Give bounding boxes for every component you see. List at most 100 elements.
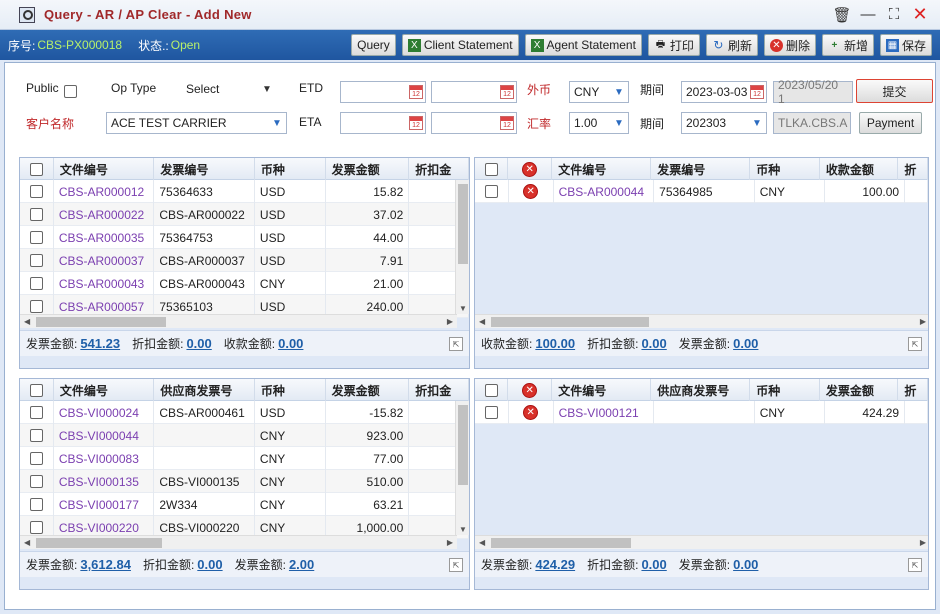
- public-checkbox[interactable]: [64, 85, 77, 98]
- optype-select[interactable]: Select ▼: [181, 78, 277, 100]
- table-row[interactable]: ✕ CBS-AR000044 75364985 CNY 100.00: [475, 180, 928, 203]
- total-value[interactable]: 0.00: [733, 336, 758, 351]
- total-value[interactable]: 2.00: [289, 557, 314, 572]
- expand-icon[interactable]: ⇱: [908, 558, 922, 572]
- row-checkbox[interactable]: [29, 498, 43, 511]
- col-receipt-amount[interactable]: 收款金额: [820, 158, 899, 180]
- total-value[interactable]: 0.00: [641, 336, 666, 351]
- cell-doc-no[interactable]: CBS-VI000177: [54, 493, 155, 516]
- select-all-checkbox[interactable]: [29, 162, 43, 176]
- total-value[interactable]: 3,612.84: [80, 557, 131, 572]
- col-discount[interactable]: 折: [898, 158, 928, 180]
- cell-doc-no[interactable]: CBS-AR000035: [54, 226, 155, 249]
- row-checkbox[interactable]: [29, 231, 43, 244]
- table-row[interactable]: CBS-VI000135 CBS-VI000135 CNY 510.00: [20, 470, 469, 493]
- table-row[interactable]: CBS-AR000037 CBS-AR000037 USD 7.91: [20, 249, 469, 272]
- col-invoice-amount[interactable]: 发票金额: [326, 379, 410, 401]
- table-row[interactable]: CBS-VI000024 CBS-AR000461 USD -15.82: [20, 401, 469, 424]
- expand-icon[interactable]: ⇱: [908, 337, 922, 351]
- row-checkbox[interactable]: [29, 300, 43, 313]
- scroll-right-icon[interactable]: ▶: [447, 317, 453, 326]
- row-checkbox[interactable]: [29, 429, 43, 442]
- cell-doc-no[interactable]: CBS-VI000121: [554, 401, 655, 424]
- row-checkbox[interactable]: [29, 406, 43, 419]
- cell-doc-no[interactable]: CBS-VI000024: [54, 401, 155, 424]
- trash-icon[interactable]: 🗑: [832, 7, 851, 24]
- remove-row-icon[interactable]: ✕: [523, 184, 539, 199]
- col-currency[interactable]: 币种: [750, 158, 820, 180]
- col-discount[interactable]: 折扣金: [409, 158, 469, 180]
- customer-select[interactable]: ACE TEST CARRIER ▼: [106, 112, 287, 134]
- row-checkbox[interactable]: [484, 406, 498, 419]
- cell-doc-no[interactable]: CBS-AR000043: [54, 272, 155, 295]
- remove-row-icon[interactable]: ✕: [523, 405, 539, 420]
- table-row[interactable]: ✕ CBS-VI000121 CNY 424.29: [475, 401, 928, 424]
- select-all-checkbox-cell[interactable]: [475, 158, 509, 180]
- select-all-checkbox[interactable]: [484, 162, 498, 176]
- remove-icon[interactable]: ✕: [522, 382, 538, 398]
- minimize-button[interactable]: —: [860, 6, 876, 23]
- close-button[interactable]: ✕: [912, 4, 928, 24]
- select-all-checkbox-cell[interactable]: [20, 158, 54, 180]
- cell-doc-no[interactable]: CBS-VI000135: [54, 470, 155, 493]
- rate-select[interactable]: 1.00 ▼: [569, 112, 629, 134]
- query-button[interactable]: Query: [351, 34, 396, 56]
- select-all-checkbox[interactable]: [29, 383, 43, 397]
- total-value[interactable]: 0.00: [733, 557, 758, 572]
- col-invoice-no[interactable]: 发票编号: [154, 158, 255, 180]
- cell-doc-no[interactable]: CBS-VI000044: [54, 424, 155, 447]
- table-row[interactable]: CBS-VI000044 CNY 923.00: [20, 424, 469, 447]
- total-value[interactable]: 424.29: [535, 557, 575, 572]
- cell-doc-no[interactable]: CBS-AR000037: [54, 249, 155, 272]
- row-checkbox[interactable]: [484, 185, 498, 198]
- period2-select[interactable]: 202303 ▼: [681, 112, 767, 134]
- col-doc-no[interactable]: 文件编号: [552, 379, 652, 401]
- eta-from-input[interactable]: 12: [340, 112, 426, 134]
- scroll-right-icon[interactable]: ▶: [920, 538, 926, 547]
- agent-statement-button[interactable]: X Agent Statement: [524, 34, 642, 56]
- row-checkbox[interactable]: [29, 475, 43, 488]
- row-checkbox[interactable]: [29, 277, 43, 290]
- refresh-button[interactable]: ↻ 刷新: [705, 34, 758, 56]
- submit-button[interactable]: 提交: [856, 79, 933, 103]
- select-all-checkbox-cell[interactable]: [475, 379, 509, 401]
- expand-icon[interactable]: ⇱: [449, 337, 463, 351]
- total-value[interactable]: 0.00: [641, 557, 666, 572]
- col-invoice-no[interactable]: 发票编号: [651, 158, 751, 180]
- print-button[interactable]: 🖶 打印: [647, 34, 700, 56]
- remove-icon[interactable]: ✕: [522, 161, 538, 177]
- cell-doc-no[interactable]: CBS-AR000044: [554, 180, 655, 203]
- row-checkbox[interactable]: [29, 208, 43, 221]
- horizontal-scrollbar[interactable]: ◀ ▶: [20, 535, 457, 549]
- total-value[interactable]: 100.00: [535, 336, 575, 351]
- eta-to-input[interactable]: 12: [431, 112, 517, 134]
- vertical-scrollbar[interactable]: ▼: [455, 401, 469, 535]
- col-doc-no[interactable]: 文件编号: [54, 158, 155, 180]
- period-date-input[interactable]: 2023-03-03 12: [681, 81, 767, 103]
- client-statement-button[interactable]: X Client Statement: [401, 34, 519, 56]
- col-invoice-amount[interactable]: 发票金额: [820, 379, 899, 401]
- col-doc-no[interactable]: 文件编号: [54, 379, 155, 401]
- col-currency[interactable]: 币种: [750, 379, 820, 401]
- horizontal-scrollbar[interactable]: ◀ ▶: [475, 314, 928, 328]
- total-value[interactable]: 0.00: [197, 557, 222, 572]
- select-all-checkbox[interactable]: [484, 383, 498, 397]
- horizontal-scrollbar[interactable]: ◀ ▶: [20, 314, 457, 328]
- etd-from-input[interactable]: 12: [340, 81, 426, 103]
- scroll-left-icon[interactable]: ◀: [24, 538, 30, 547]
- cell-doc-no[interactable]: CBS-AR000022: [54, 203, 155, 226]
- col-discount[interactable]: 折: [898, 379, 928, 401]
- table-row[interactable]: CBS-AR000012 75364633 USD 15.82: [20, 180, 469, 203]
- scroll-right-icon[interactable]: ▶: [447, 538, 453, 547]
- save-button[interactable]: ▦ 保存: [879, 34, 932, 56]
- row-checkbox[interactable]: [29, 254, 43, 267]
- scroll-left-icon[interactable]: ◀: [24, 317, 30, 326]
- etd-to-input[interactable]: 12: [431, 81, 517, 103]
- currency-select[interactable]: CNY ▼: [569, 81, 629, 103]
- cell-doc-no[interactable]: CBS-AR000012: [54, 180, 155, 203]
- col-currency[interactable]: 币种: [255, 158, 326, 180]
- cell-doc-no[interactable]: CBS-VI000083: [54, 447, 155, 470]
- row-checkbox[interactable]: [29, 521, 43, 534]
- table-row[interactable]: CBS-VI000177 2W334 CNY 63.21: [20, 493, 469, 516]
- table-row[interactable]: CBS-AR000022 CBS-AR000022 USD 37.02: [20, 203, 469, 226]
